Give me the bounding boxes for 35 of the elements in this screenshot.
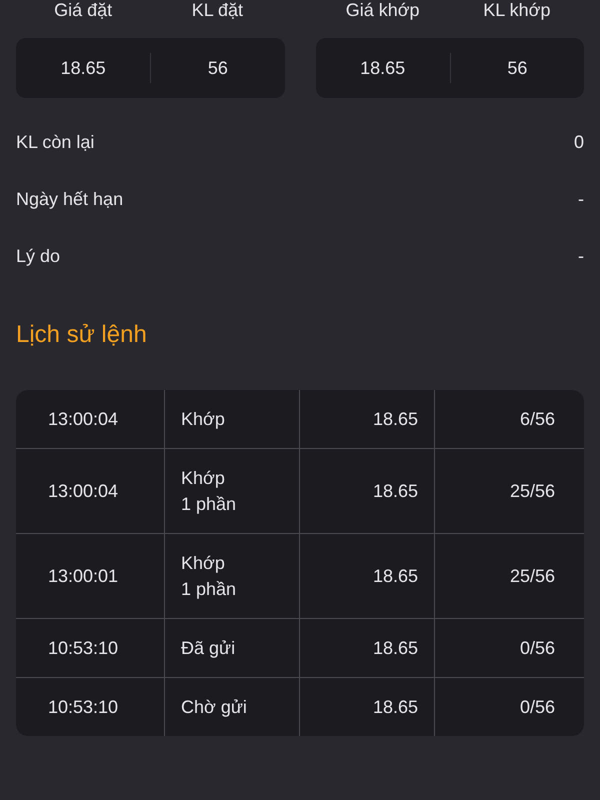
time-text: 13:00:04 (48, 480, 118, 503)
price-text: 18.65 (372, 408, 418, 431)
section-title: Lịch sử lệnh (16, 320, 147, 350)
field-value: 18.65 (60, 57, 106, 80)
quantity-text: 6/56 (520, 408, 555, 431)
field-value: 56 (507, 57, 528, 80)
status-text: Đã gửi (181, 637, 236, 660)
detail-label: KL còn lại (16, 131, 94, 154)
detail-value: - (578, 188, 584, 211)
detail-label: Ngày hết hạn (16, 188, 124, 211)
time-text: 10:53:10 (48, 696, 118, 719)
field-value: 56 (208, 57, 228, 80)
field-label: Giá đặt (54, 0, 112, 20)
field-label: KL khớp (483, 0, 550, 20)
detail-value: 0 (574, 131, 584, 154)
detail-label: Lý do (16, 245, 60, 268)
price-text: 18.65 (372, 480, 418, 503)
field-label: Giá khớp (346, 0, 420, 20)
quantity-text: 25/56 (510, 480, 555, 503)
detail-value: - (578, 245, 584, 268)
price-text: 18.65 (372, 696, 418, 719)
quantity-text: 0/56 (520, 696, 555, 719)
status-text: Chờ gửi (181, 696, 247, 719)
status-text: Khớp 1 phần (181, 552, 238, 601)
field-label: KL đặt (192, 0, 244, 20)
status-text: Khớp 1 phần (181, 467, 238, 516)
time-text: 10:53:10 (48, 637, 118, 660)
time-text: 13:00:04 (48, 408, 118, 431)
quantity-text: 0/56 (520, 637, 555, 660)
time-text: 13:00:01 (48, 565, 118, 588)
status-text: Khớp (181, 408, 225, 431)
field-value: 18.65 (360, 57, 406, 80)
price-text: 18.65 (372, 637, 418, 660)
quantity-text: 25/56 (510, 565, 555, 588)
price-text: 18.65 (372, 565, 418, 588)
